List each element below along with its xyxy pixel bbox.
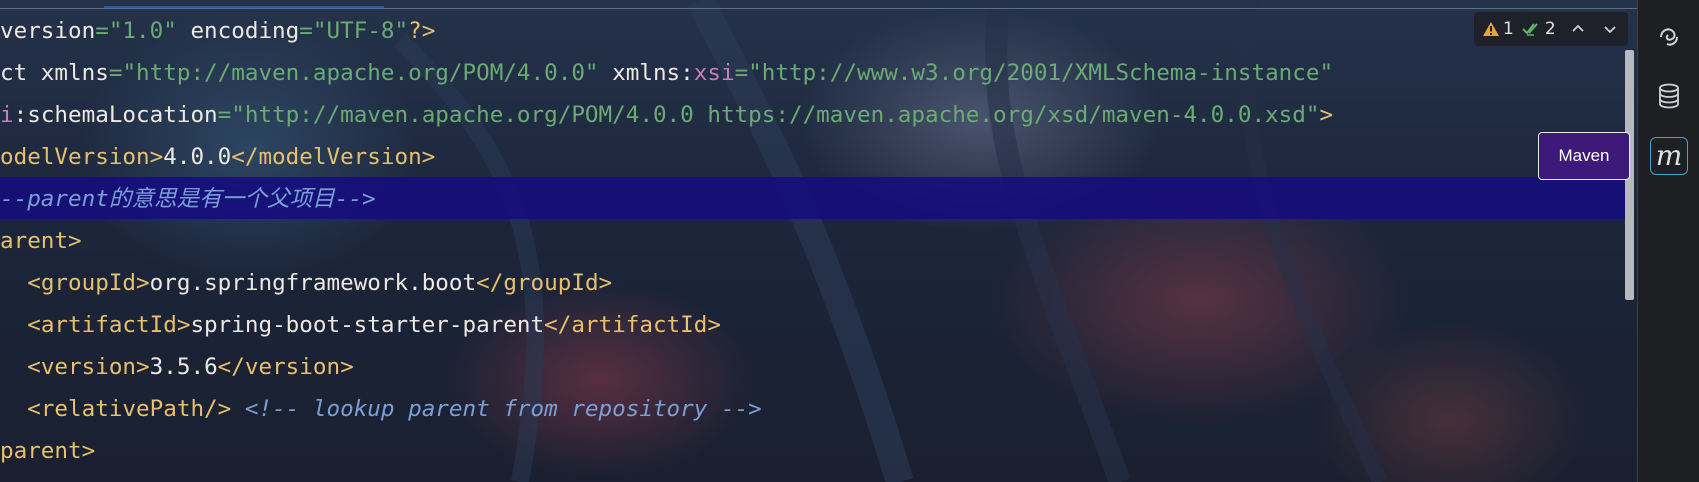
code-token: =	[95, 18, 109, 44]
code-line[interactable]: arent>	[0, 220, 82, 262]
code-token: ct xmlns	[0, 60, 109, 86]
code-token: >	[1319, 102, 1334, 128]
code-token: <version>	[27, 354, 150, 380]
code-token: =	[108, 60, 123, 86]
code-token: "http://www.w3.org/2001/XMLSchema-instan…	[748, 60, 1334, 86]
code-token: "1.0"	[108, 18, 177, 44]
code-line[interactable]: <artifactId>spring-boot-starter-parent</…	[0, 304, 721, 346]
code-line[interactable]: i:schemaLocation="http://maven.apache.or…	[0, 94, 1333, 136]
code-token: odelVersion>	[0, 144, 164, 170]
code-token: <artifactId>	[27, 312, 191, 338]
code-token: i	[0, 102, 14, 128]
code-token: 3.5.6	[149, 354, 218, 380]
code-token: org.springframework.boot	[149, 270, 477, 296]
code-token: <!-- lookup parent from repository -->	[244, 396, 762, 422]
code-token: =	[217, 102, 232, 128]
code-token: xsi	[693, 60, 735, 86]
double-check-icon	[1522, 23, 1538, 36]
code-token: --parent的意思是有一个父项目-->	[0, 186, 376, 212]
maven-tooltip: Maven	[1538, 132, 1630, 180]
code-token: encoding	[176, 18, 300, 44]
code-token: ?>	[408, 18, 436, 44]
code-line[interactable]: version="1.0" encoding="UTF-8"?>	[0, 10, 435, 52]
code-token: <relativePath/>	[27, 396, 232, 422]
code-token: xmlns:	[598, 60, 694, 86]
code-token: parent>	[0, 438, 96, 464]
code-line[interactable]: ct xmlns="http://maven.apache.org/POM/4.…	[0, 52, 1333, 94]
code-line[interactable]: --parent的意思是有一个父项目-->	[0, 178, 376, 220]
code-line[interactable]: <relativePath/> <!-- lookup parent from …	[0, 388, 762, 430]
code-token: =	[734, 60, 749, 86]
code-token: "UTF-8"	[312, 18, 409, 44]
database-button[interactable]	[1650, 77, 1688, 115]
code-token: =	[299, 18, 313, 44]
maven-button[interactable]: m	[1650, 137, 1688, 175]
chevron-up-icon[interactable]	[1570, 21, 1586, 37]
code-token: :schemaLocation	[13, 102, 218, 128]
code-token: </modelVersion>	[231, 144, 436, 170]
code-line[interactable]: parent>	[0, 430, 95, 472]
code-line[interactable]: odelVersion>4.0.0</modelVersion>	[0, 136, 435, 178]
code-token: arent>	[0, 228, 82, 254]
ai-assistant-icon	[1660, 28, 1678, 46]
database-icon	[1659, 83, 1679, 109]
inspection-widget[interactable]: 1 2	[1474, 12, 1628, 46]
code-token: </version>	[217, 354, 354, 380]
code-token: </artifactId>	[544, 312, 721, 338]
ai-assistant-button[interactable]	[1650, 18, 1688, 56]
chevron-down-icon[interactable]	[1602, 21, 1618, 37]
code-token: "http://maven.apache.org/POM/4.0.0"	[122, 60, 599, 86]
warning-count[interactable]: 1	[1482, 19, 1514, 39]
maven-icon: m	[1655, 139, 1683, 172]
weak-warning-count[interactable]: 2	[1522, 19, 1556, 39]
code-line[interactable]: <version>3.5.6</version>	[0, 346, 354, 388]
right-tool-rail: m	[1638, 0, 1699, 482]
code-token: "http://maven.apache.org/POM/4.0.0 https…	[231, 102, 1320, 128]
code-line[interactable]: <groupId>org.springframework.boot</group…	[0, 262, 612, 304]
warning-icon	[1483, 22, 1499, 36]
code-token: <groupId>	[27, 270, 150, 296]
code-token: 4.0.0	[163, 144, 232, 170]
code-token: version	[0, 18, 96, 44]
code-token: spring-boot-starter-parent	[190, 312, 545, 338]
code-editor[interactable]: version="1.0" encoding="UTF-8"?> ct xmlns…	[0, 0, 1625, 482]
code-token: </groupId>	[476, 270, 613, 296]
